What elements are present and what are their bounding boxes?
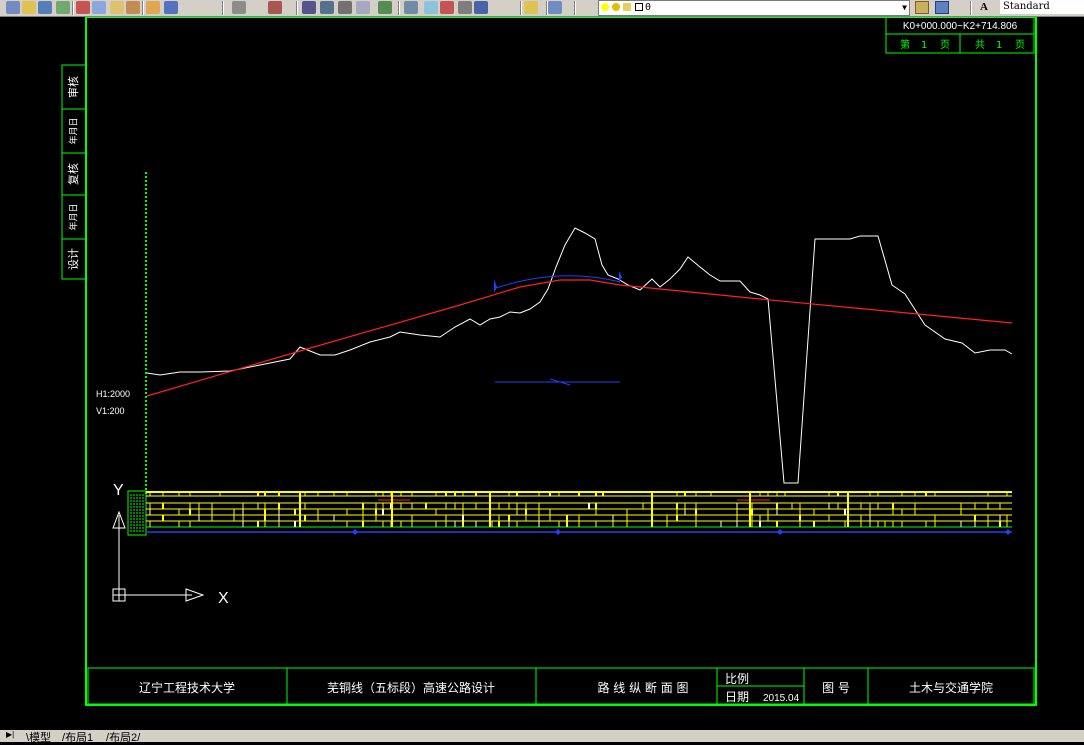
layer-freeze-icon bbox=[612, 3, 620, 11]
pan-icon[interactable] bbox=[268, 1, 282, 14]
toolbar-separator bbox=[398, 1, 400, 15]
toolbar-separator bbox=[142, 1, 144, 15]
scale-horizontal: H1:2000 bbox=[96, 389, 130, 399]
calculator-icon[interactable] bbox=[458, 1, 472, 14]
standard-toolbar: 0 ▼ A Standard bbox=[0, 0, 1084, 17]
brush-icon[interactable] bbox=[146, 1, 160, 14]
help-icon[interactable] bbox=[474, 1, 488, 14]
scale-vertical: V1:200 bbox=[96, 406, 125, 416]
date-label: 日期 bbox=[725, 690, 749, 704]
layer-color-icon bbox=[635, 3, 643, 11]
text-style-icon[interactable]: A bbox=[980, 1, 994, 14]
sheet-set-icon[interactable] bbox=[424, 1, 438, 14]
properties-icon[interactable] bbox=[356, 1, 370, 14]
layer-manager-icon[interactable] bbox=[524, 1, 538, 14]
scale-label: 比例 bbox=[725, 672, 749, 686]
university-name: 辽宁工程技术大学 bbox=[139, 680, 235, 695]
toolbar-separator bbox=[520, 1, 522, 15]
toolbar-separator bbox=[970, 1, 972, 15]
layer-name: 0 bbox=[645, 2, 652, 13]
table-header-ticks bbox=[130, 494, 144, 532]
total-number: 1 bbox=[996, 40, 1002, 51]
curve-marker bbox=[555, 529, 561, 535]
tab-layout1[interactable]: /布局1 bbox=[62, 729, 93, 745]
zoom-realtime-icon[interactable] bbox=[302, 1, 316, 14]
date-value: 2015.04 bbox=[763, 693, 800, 704]
profile-data-table bbox=[127, 490, 1012, 536]
tool-palettes-icon[interactable] bbox=[404, 1, 418, 14]
tab-nav-first-icon[interactable]: ▶| bbox=[6, 730, 16, 741]
project-name: 芜铜线（五标段）高速公路设计 bbox=[327, 680, 495, 695]
plot-icon[interactable] bbox=[56, 1, 70, 14]
tab-model-label: 模型 bbox=[29, 732, 52, 744]
zoom-window-icon[interactable] bbox=[320, 1, 334, 14]
ucs-y-label: Y bbox=[113, 482, 124, 499]
undo-icon[interactable] bbox=[164, 1, 178, 14]
open-file-icon[interactable] bbox=[22, 1, 36, 14]
toolbar-separator bbox=[72, 1, 74, 15]
ucs-x-label: X bbox=[218, 590, 229, 607]
total-label: 共 bbox=[975, 39, 985, 51]
curve-marker bbox=[777, 529, 783, 535]
page-label: 第 bbox=[900, 38, 910, 51]
college-name: 土木与交通学院 bbox=[909, 680, 993, 695]
signature-strip-labels: 审核年月日复核年月日设计 bbox=[66, 76, 80, 270]
chevron-down-icon[interactable]: ▼ bbox=[902, 1, 907, 15]
drawing-number-label: 图 号 bbox=[822, 681, 850, 695]
layer-on-icon bbox=[601, 3, 609, 11]
paste-icon[interactable] bbox=[110, 1, 124, 14]
toolbar-separator bbox=[296, 1, 298, 15]
toolbar-separator bbox=[222, 1, 224, 15]
drawing-canvas[interactable]: 审核年月日复核年月日设计 K0+000.000~K2+714.806 第 1 页… bbox=[0, 17, 1084, 729]
redo-icon[interactable] bbox=[232, 1, 246, 14]
total-unit: 页 bbox=[1015, 39, 1025, 51]
layer-states-icon[interactable] bbox=[935, 1, 949, 14]
match-properties-icon[interactable] bbox=[126, 1, 140, 14]
cut-icon[interactable] bbox=[76, 1, 90, 14]
save-icon[interactable] bbox=[38, 1, 52, 14]
page-unit: 页 bbox=[940, 39, 950, 51]
layer-dropdown[interactable]: 0 ▼ bbox=[598, 0, 910, 16]
table-ticks bbox=[149, 493, 1011, 535]
copy-icon[interactable] bbox=[92, 1, 106, 14]
tab-model[interactable]: \模型 bbox=[26, 729, 51, 745]
signature-strip-label: 年月日 bbox=[68, 203, 80, 230]
new-file-icon[interactable] bbox=[6, 1, 20, 14]
tab-layout2[interactable]: /布局2/ bbox=[106, 729, 140, 745]
signature-strip-label: 审核 bbox=[66, 76, 80, 98]
design-grade-line bbox=[146, 279, 1013, 397]
zoom-previous-icon[interactable] bbox=[338, 1, 352, 14]
signature-strip-label: 年月日 bbox=[68, 117, 80, 144]
markup-icon[interactable] bbox=[440, 1, 454, 14]
text-style-dropdown[interactable]: Standard bbox=[1000, 0, 1084, 14]
signature-strip-label: 设计 bbox=[67, 248, 80, 270]
ground-line bbox=[146, 227, 1013, 484]
curve-marker bbox=[352, 529, 358, 535]
toolbar-separator bbox=[574, 1, 576, 15]
station-range: K0+000.000~K2+714.806 bbox=[903, 21, 1018, 32]
layout-tab-bar: ▶| \模型 /布局1 /布局2/ bbox=[0, 729, 1084, 745]
layer-previous-icon[interactable] bbox=[915, 1, 929, 14]
tab-layout1-label: 布局1 bbox=[65, 732, 94, 744]
drawing-name: 路 线 纵 断 面 图 bbox=[597, 680, 688, 695]
tab-layout2-label: 布局2 bbox=[109, 732, 138, 744]
toolbar-separator bbox=[546, 1, 548, 15]
curve-start-marker bbox=[494, 279, 497, 293]
signature-strip-label: 复核 bbox=[66, 163, 80, 185]
design-center-icon[interactable] bbox=[378, 1, 392, 14]
page-number: 1 bbox=[921, 40, 927, 51]
layer-lock-icon bbox=[623, 3, 631, 11]
layer-state-icon[interactable] bbox=[548, 1, 562, 14]
curve-marker bbox=[1005, 529, 1011, 535]
